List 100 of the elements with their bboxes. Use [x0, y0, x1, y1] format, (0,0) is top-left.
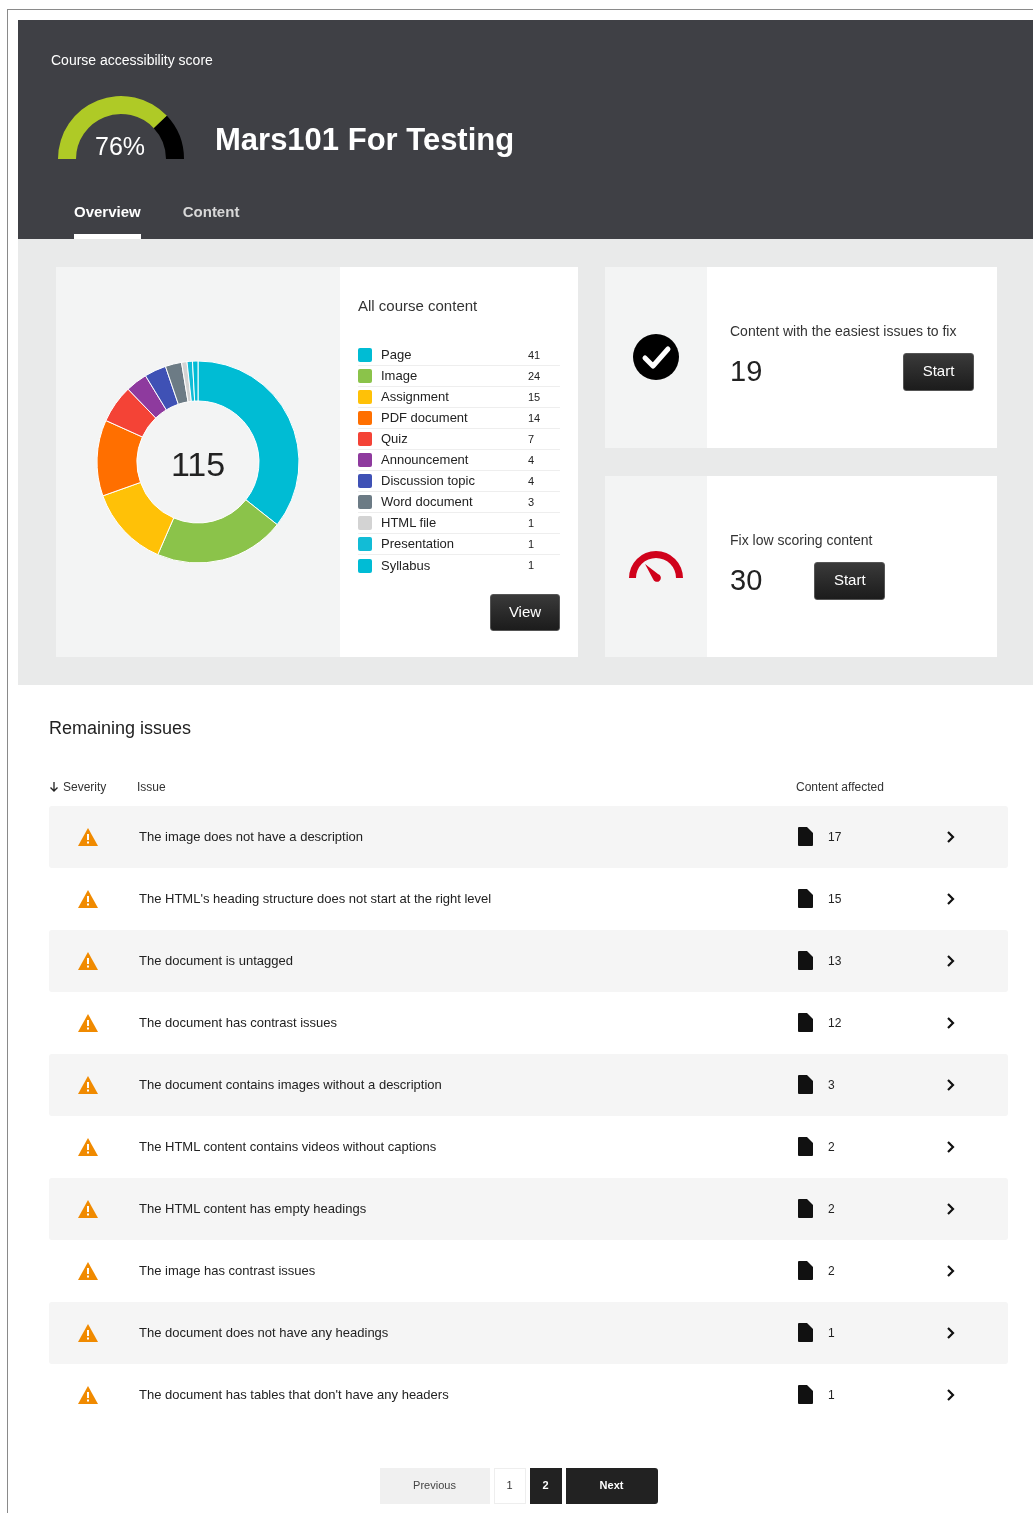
issue-row[interactable]: The document does not have any headings 1 — [49, 1301, 1008, 1364]
legend-label: Page — [381, 346, 413, 365]
card-title: Content with the easiest issues to fix — [730, 321, 958, 341]
chevron-right-icon[interactable] — [946, 1139, 956, 1154]
affected-count: 13 — [828, 952, 843, 970]
issue-count: 30 — [730, 562, 763, 598]
document-icon — [798, 1013, 813, 1032]
tab[interactable]: Content — [182, 201, 240, 239]
issue-text: The HTML's heading structure does not start at the right level — [139, 889, 493, 908]
issue-text: The document is untagged — [139, 951, 294, 970]
issue-row[interactable]: The document contains images without a description 3 — [49, 1053, 1008, 1116]
warning-icon — [78, 951, 98, 970]
legend-count: 15 — [528, 389, 542, 405]
document-icon — [798, 1323, 813, 1342]
column-header: Content affected — [796, 778, 885, 796]
affected-count: 17 — [828, 828, 843, 846]
affected-count: 2 — [828, 1262, 836, 1280]
chevron-right-icon[interactable] — [946, 891, 956, 906]
legend-count: 7 — [528, 431, 536, 447]
chevron-right-icon[interactable] — [946, 1263, 956, 1278]
course-title: Mars101 For Testing — [215, 121, 515, 159]
document-icon — [798, 889, 813, 908]
affected-count: 3 — [828, 1076, 836, 1094]
warning-icon — [78, 827, 98, 846]
document-icon — [798, 1137, 813, 1156]
warning-icon — [78, 1323, 98, 1342]
legend-label: Discussion topic — [381, 472, 476, 491]
document-icon — [798, 951, 813, 970]
chevron-right-icon[interactable] — [946, 1077, 956, 1092]
legend-count: 41 — [528, 347, 542, 363]
warning-icon — [78, 1199, 98, 1218]
issue-row[interactable]: The HTML content has empty headings 2 — [49, 1177, 1008, 1240]
chevron-right-icon[interactable] — [946, 1387, 956, 1402]
issue-text: The HTML content contains videos without captions — [139, 1137, 438, 1156]
issue-text: The document does not have any headings — [139, 1323, 390, 1342]
affected-count: 1 — [828, 1386, 836, 1404]
document-icon — [798, 1199, 813, 1218]
legend-count: 4 — [528, 473, 536, 489]
legend-label: Syllabus — [381, 556, 432, 575]
previous-button[interactable]: Previous — [379, 1467, 490, 1504]
legend-count: 14 — [528, 410, 542, 426]
legend-count: 24 — [528, 368, 542, 384]
issue-text: The document has contrast issues — [139, 1013, 338, 1032]
legend-count: 3 — [528, 494, 536, 510]
start-button[interactable]: Start — [814, 561, 886, 600]
legend-count: 1 — [528, 515, 536, 531]
legend-label: PDF document — [381, 409, 469, 428]
chevron-right-icon[interactable] — [946, 829, 956, 844]
legend-label: Word document — [381, 493, 474, 512]
card-title: All course content — [358, 295, 479, 316]
document-icon — [798, 827, 813, 846]
legend-label: HTML file — [381, 514, 438, 533]
warning-icon — [78, 1385, 98, 1404]
legend-label: Announcement — [381, 451, 470, 470]
document-icon — [798, 1385, 813, 1404]
affected-count: 2 — [828, 1138, 836, 1156]
legend-label: Quiz — [381, 430, 409, 449]
legend-count: 4 — [528, 452, 536, 468]
card-title: Fix low scoring content — [730, 530, 874, 550]
warning-icon — [78, 1137, 98, 1156]
legend-count: 1 — [528, 536, 536, 552]
chevron-right-icon[interactable] — [946, 953, 956, 968]
chevron-right-icon[interactable] — [946, 1325, 956, 1340]
warning-icon — [78, 889, 98, 908]
affected-count: 12 — [828, 1014, 843, 1032]
warning-icon — [78, 1261, 98, 1280]
check-circle-icon — [632, 333, 680, 381]
page-button[interactable]: 1 — [493, 1467, 526, 1504]
next-button[interactable]: Next — [565, 1467, 658, 1504]
column-header: Issue — [137, 778, 167, 796]
issue-text: The document has tables that don't have any headers — [139, 1385, 450, 1404]
start-button[interactable]: Start — [903, 352, 974, 391]
document-icon — [798, 1075, 813, 1094]
score-percent: 76% — [95, 131, 146, 161]
issue-row[interactable]: The image does not have a description 17 — [49, 805, 1008, 868]
section-title: Remaining issues — [49, 716, 193, 740]
affected-count: 2 — [828, 1200, 836, 1218]
affected-count: 15 — [828, 890, 843, 908]
chevron-right-icon[interactable] — [946, 1015, 956, 1030]
column-header[interactable]: Severity — [63, 777, 107, 796]
document-icon — [798, 1261, 813, 1280]
affected-count: 1 — [828, 1324, 836, 1342]
warning-icon — [78, 1075, 98, 1094]
issue-text: The image has contrast issues — [139, 1261, 317, 1280]
issue-text: The document contains images without a description — [139, 1075, 443, 1094]
issue-text: The image does not have a description — [139, 827, 365, 846]
issue-count: 19 — [730, 353, 763, 389]
issue-text: The HTML content has empty headings — [139, 1199, 368, 1218]
total-count: 115 — [170, 443, 226, 485]
legend-count: 1 — [528, 558, 536, 574]
legend-label: Presentation — [381, 535, 455, 554]
view-button[interactable]: View — [490, 594, 560, 631]
chevron-right-icon[interactable] — [946, 1201, 956, 1216]
score-label: Course accessibility score — [51, 51, 214, 70]
warning-icon — [78, 1013, 98, 1032]
issue-row[interactable]: The document is untagged 13 — [49, 929, 1008, 992]
legend-label: Assignment — [381, 388, 450, 407]
page-button[interactable]: 2 — [529, 1467, 562, 1504]
sort-arrow-icon[interactable] — [49, 781, 59, 792]
legend-label: Image — [381, 367, 419, 386]
